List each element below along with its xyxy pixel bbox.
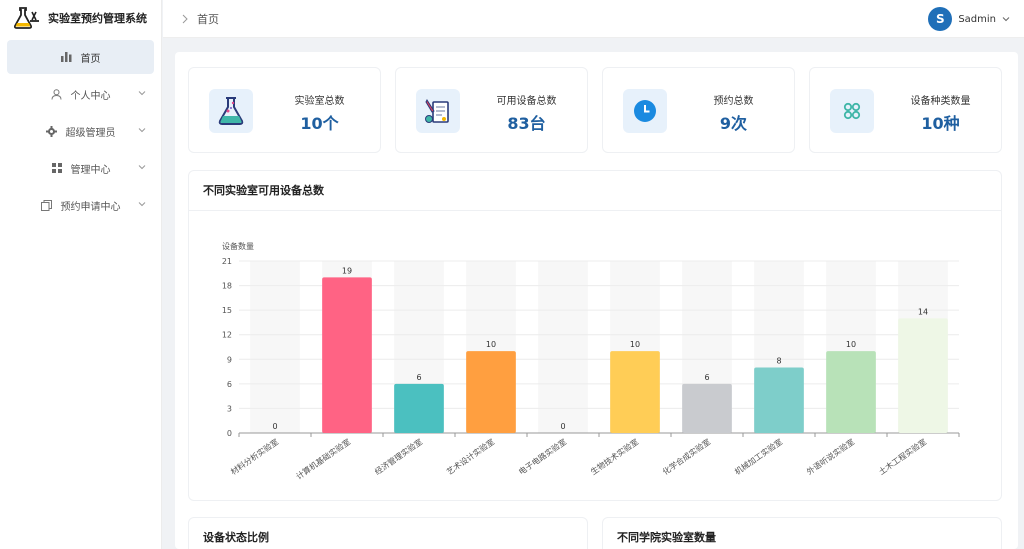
bar-value-label: 8 bbox=[776, 356, 781, 365]
stat-value: 10个 bbox=[300, 114, 339, 133]
sidebar-item-personal[interactable]: 个人中心 bbox=[7, 77, 154, 111]
x-tick-label: 艺术设计实验室 bbox=[445, 436, 497, 476]
y-tick-label: 0 bbox=[227, 429, 232, 438]
x-tick-label: 土木工程实验室 bbox=[877, 436, 929, 476]
dashboard-content: 实验室总数 10个 可用设备总数 83台 预约总数 9次 设备种类数量 10种 … bbox=[175, 52, 1018, 549]
chevron-down-icon[interactable] bbox=[1002, 15, 1010, 23]
app-title: 实验室预约管理系统 bbox=[48, 12, 147, 25]
bar-value-label: 6 bbox=[416, 373, 421, 382]
bar-value-label: 14 bbox=[918, 307, 928, 316]
flask-icon bbox=[209, 89, 253, 133]
bar bbox=[610, 351, 660, 433]
x-tick-label: 经济管理实验室 bbox=[373, 436, 425, 476]
bar-value-label: 0 bbox=[272, 422, 277, 431]
lab-tools-icon bbox=[416, 89, 460, 133]
bar-chart-icon bbox=[61, 51, 73, 63]
stat-label: 实验室总数 bbox=[294, 96, 345, 107]
stat-label: 预约总数 bbox=[713, 96, 754, 107]
sidebar-item-home[interactable]: 首页 bbox=[7, 40, 154, 74]
bar-value-label: 0 bbox=[560, 422, 565, 431]
bar bbox=[322, 277, 372, 433]
x-tick-label: 电子电路实验室 bbox=[517, 436, 569, 476]
stat-value: 9次 bbox=[719, 114, 748, 133]
stat-card-equipment-types: 设备种类数量 10种 bbox=[809, 67, 1002, 153]
sidebar-item-label: 首页 bbox=[80, 53, 101, 65]
user-icon bbox=[51, 88, 63, 100]
bar bbox=[898, 318, 948, 433]
sidebar-item-management[interactable]: 管理中心 bbox=[7, 151, 154, 185]
y-tick-label: 6 bbox=[227, 380, 232, 389]
breadcrumb[interactable]: 首页 bbox=[197, 11, 219, 27]
x-tick-label: 生物技术实验室 bbox=[589, 436, 641, 476]
bar bbox=[826, 351, 876, 433]
user-name[interactable]: Sadmin bbox=[958, 14, 996, 25]
stat-value: 10种 bbox=[921, 114, 960, 133]
stat-card-equipment: 可用设备总数 83台 bbox=[395, 67, 588, 153]
bar bbox=[466, 351, 516, 433]
app-logo: 实验室预约管理系统 bbox=[0, 0, 161, 36]
bar bbox=[754, 367, 804, 433]
y-tick-label: 3 bbox=[227, 404, 232, 413]
x-tick-label: 化学合成实验室 bbox=[661, 436, 713, 476]
sidebar-item-label: 预约申请中心 bbox=[60, 201, 121, 213]
top-header: 首页 S Sadmin bbox=[163, 0, 1024, 38]
sidebar: 实验室预约管理系统 首页 个人中心 超级管理员 管理中心 预约申请中心 bbox=[0, 0, 162, 549]
stat-label: 可用设备总数 bbox=[496, 96, 557, 107]
status-ratio-title: 设备状态比例 bbox=[203, 531, 269, 544]
bar bbox=[682, 383, 732, 433]
equipment-chart-panel: 不同实验室可用设备总数 0 3 6 9 12 15 18 21 设备数量 0 材料分析实验室 19 计算… bbox=[188, 170, 1002, 501]
sidebar-item-booking[interactable]: 预约申请中心 bbox=[7, 188, 154, 222]
chevron-right-icon bbox=[182, 14, 188, 23]
sidebar-item-label: 个人中心 bbox=[70, 90, 111, 102]
y-tick-label: 15 bbox=[222, 306, 232, 315]
bar bbox=[394, 383, 444, 433]
y-tick-label: 9 bbox=[227, 355, 232, 364]
chevron-down-icon bbox=[138, 128, 146, 133]
college-labs-card: 不同学院实验室数量 bbox=[602, 517, 1002, 549]
category-band bbox=[250, 261, 300, 433]
x-tick-label: 外语听说实验室 bbox=[805, 436, 857, 476]
college-labs-title: 不同学院实验室数量 bbox=[617, 531, 716, 544]
bar-value-label: 10 bbox=[630, 340, 640, 349]
x-tick-label: 计算机基础实验室 bbox=[294, 436, 352, 481]
clock-icon bbox=[623, 89, 667, 133]
bar-value-label: 10 bbox=[846, 340, 856, 349]
chevron-down-icon bbox=[138, 202, 146, 207]
sidebar-item-superadmin[interactable]: 超级管理员 bbox=[7, 114, 154, 148]
avatar[interactable]: S bbox=[928, 7, 953, 31]
category-band bbox=[538, 261, 588, 433]
y-axis-label: 设备数量 bbox=[222, 241, 254, 251]
x-tick-label: 材料分析实验室 bbox=[229, 436, 281, 476]
bar-value-label: 19 bbox=[342, 266, 352, 275]
y-tick-label: 18 bbox=[222, 282, 232, 291]
sidebar-item-label: 超级管理员 bbox=[65, 127, 116, 139]
page-scrollbar[interactable] bbox=[1018, 38, 1024, 549]
stat-label: 设备种类数量 bbox=[910, 96, 971, 107]
nodes-icon bbox=[830, 89, 874, 133]
bar-value-label: 6 bbox=[704, 373, 709, 382]
y-tick-label: 12 bbox=[222, 331, 232, 340]
stat-value: 83台 bbox=[507, 114, 546, 133]
stat-card-labs: 实验室总数 10个 bbox=[188, 67, 381, 153]
bar-value-label: 10 bbox=[486, 340, 496, 349]
x-tick-label: 机械加工实验室 bbox=[733, 436, 785, 476]
sidebar-menu: 首页 个人中心 超级管理员 管理中心 预约申请中心 bbox=[0, 40, 161, 222]
sidebar-item-label: 管理中心 bbox=[70, 164, 111, 176]
y-tick-label: 21 bbox=[222, 257, 232, 266]
flask-logo-icon bbox=[14, 7, 39, 29]
stat-card-bookings: 预约总数 9次 bbox=[602, 67, 795, 153]
copy-icon bbox=[41, 199, 53, 211]
gear-icon bbox=[46, 125, 58, 137]
chevron-down-icon bbox=[138, 165, 146, 170]
user-menu[interactable]: S Sadmin bbox=[928, 7, 1010, 31]
status-ratio-card: 设备状态比例 bbox=[188, 517, 588, 549]
grid-icon bbox=[51, 162, 63, 174]
chevron-down-icon bbox=[138, 91, 146, 96]
chart-panel-title: 不同实验室可用设备总数 bbox=[189, 171, 1001, 211]
equipment-bar-chart: 036912151821设备数量0材料分析实验室19计算机基础实验室6经济管理实… bbox=[222, 241, 960, 481]
